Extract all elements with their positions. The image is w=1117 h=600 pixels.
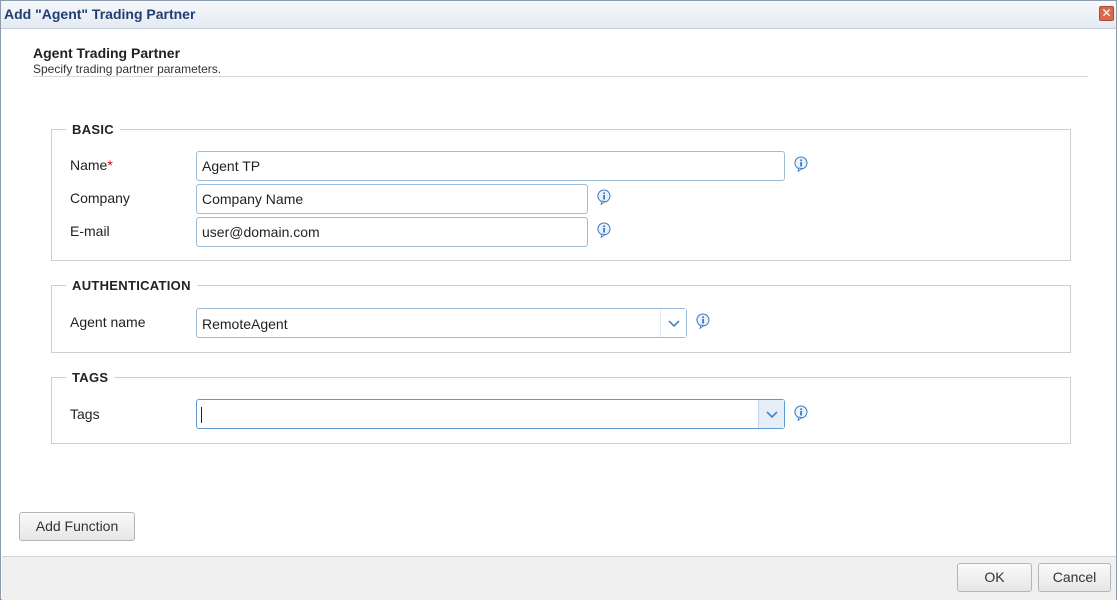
section-subtitle: Specify trading partner parameters. (33, 62, 222, 76)
info-icon[interactable] (597, 222, 611, 238)
agent-name-label: Agent name (70, 314, 146, 330)
add-agent-dialog: Add "Agent" Trading Partner ✕ Agent Trad… (0, 0, 1117, 600)
tags-select[interactable] (196, 399, 785, 429)
info-icon[interactable] (794, 156, 808, 172)
agent-name-select[interactable]: RemoteAgent (196, 308, 687, 338)
tags-dropdown-toggle[interactable] (758, 400, 784, 428)
add-function-button[interactable]: Add Function (19, 512, 135, 541)
name-label: Name* (70, 157, 113, 173)
chevron-down-icon (668, 320, 680, 328)
name-field[interactable] (196, 151, 785, 181)
chevron-down-icon (766, 411, 778, 419)
close-icon[interactable]: ✕ (1099, 6, 1114, 21)
authentication-legend: AUTHENTICATION (72, 278, 191, 293)
header-divider (33, 76, 1088, 77)
dialog-footer (2, 556, 1116, 600)
dialog-titlebar[interactable]: Add "Agent" Trading Partner ✕ (1, 1, 1116, 29)
agent-dropdown-toggle[interactable] (660, 309, 686, 337)
name-label-text: Name (70, 157, 108, 173)
tags-legend: TAGS (72, 370, 109, 385)
ok-button[interactable]: OK (957, 563, 1032, 592)
agent-name-value: RemoteAgent (202, 316, 288, 332)
email-label: E-mail (70, 223, 110, 239)
text-caret (201, 407, 202, 423)
section-title: Agent Trading Partner (33, 45, 181, 61)
required-marker: * (107, 157, 113, 173)
tags-label: Tags (70, 406, 100, 422)
company-field[interactable] (196, 184, 588, 214)
info-icon[interactable] (696, 313, 710, 329)
basic-legend: BASIC (72, 122, 114, 137)
email-field[interactable] (196, 217, 588, 247)
dialog-title: Add "Agent" Trading Partner (4, 6, 196, 22)
company-label: Company (70, 190, 130, 206)
info-icon[interactable] (597, 189, 611, 205)
info-icon[interactable] (794, 405, 808, 421)
cancel-button[interactable]: Cancel (1038, 563, 1111, 592)
